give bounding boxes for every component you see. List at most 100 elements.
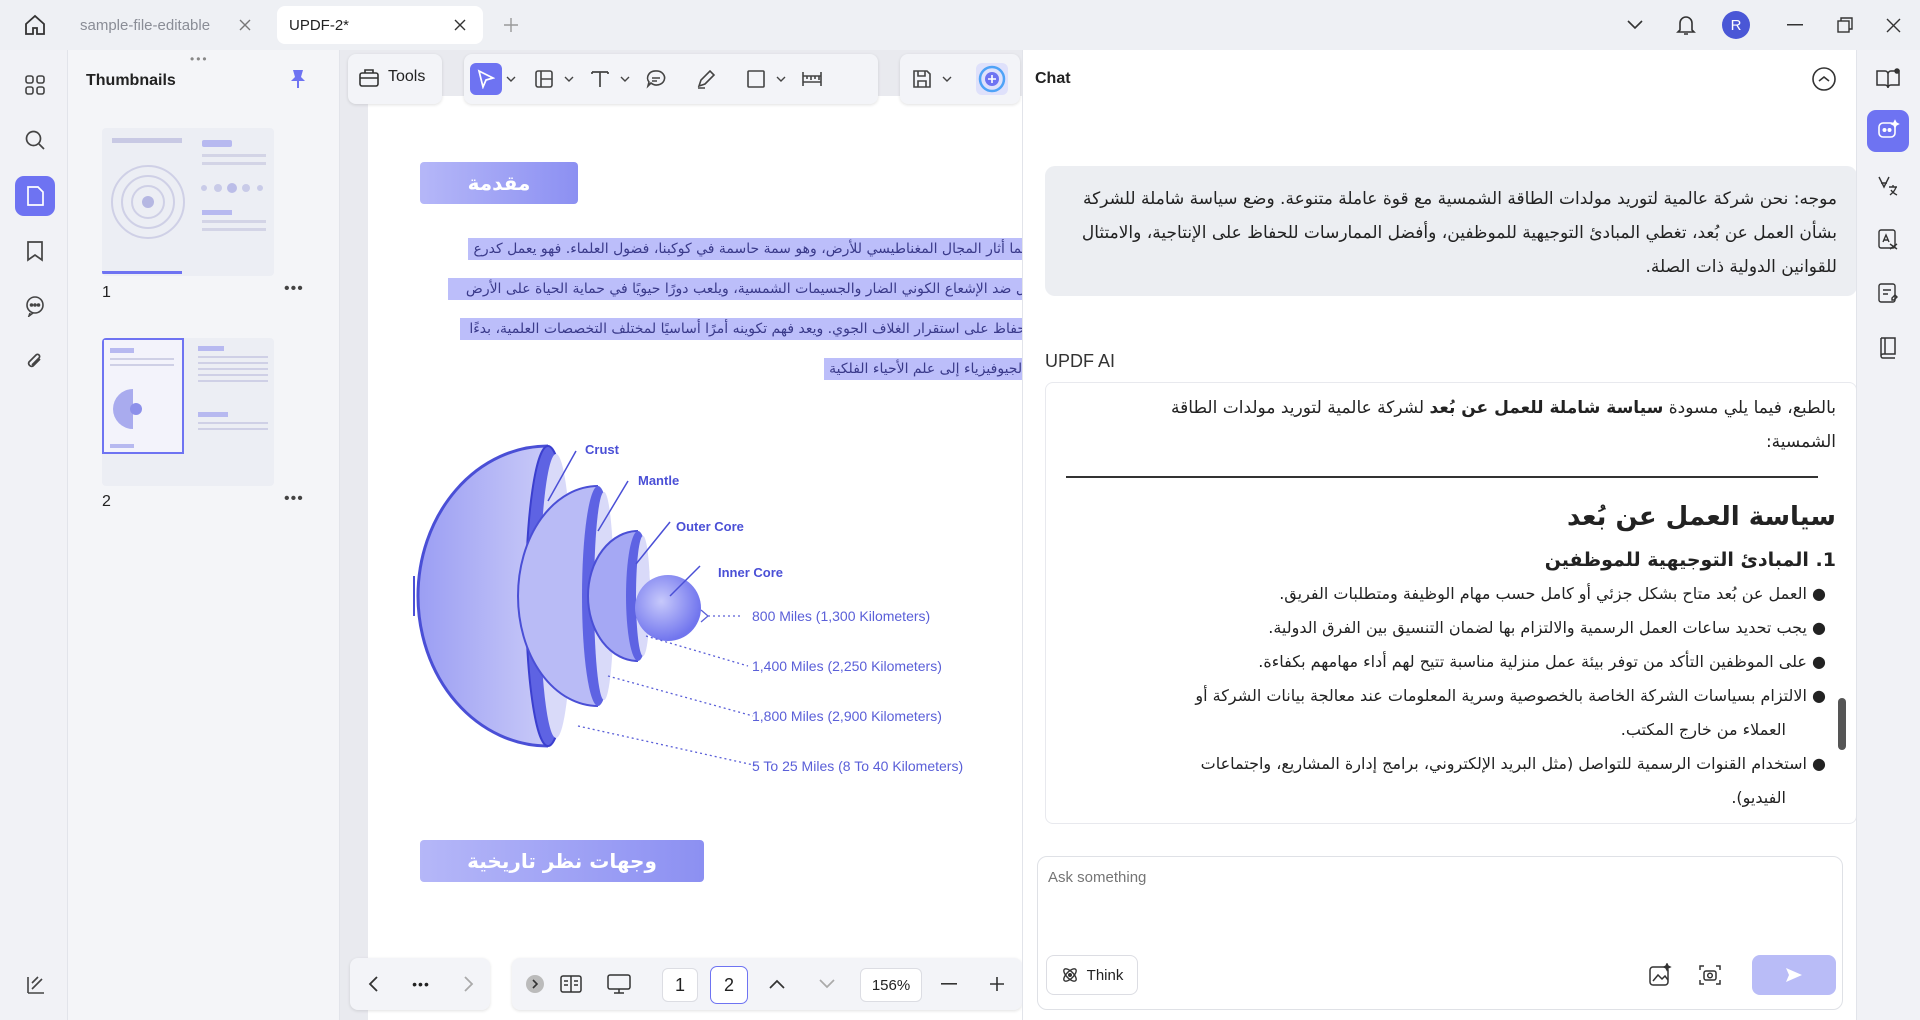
comment-tool-button[interactable]: [640, 63, 672, 95]
organize-pages-icon[interactable]: [15, 65, 55, 105]
restore-icon[interactable]: [1830, 10, 1860, 40]
next-page-button[interactable]: [812, 969, 842, 999]
ai-chat-icon[interactable]: [1867, 110, 1909, 152]
chevron-down-icon[interactable]: [942, 75, 952, 83]
more-icon[interactable]: •••: [406, 969, 436, 999]
tools-label: Tools: [388, 68, 426, 85]
drag-handle-icon[interactable]: •••: [190, 52, 209, 66]
tab-updf-2[interactable]: UPDF-2*: [277, 6, 483, 44]
atom-icon: [1062, 968, 1077, 982]
list-item-text: على الموظفين التأكد من توفر بيئة عمل منز…: [1258, 652, 1807, 671]
close-icon[interactable]: [234, 14, 256, 36]
comments-icon[interactable]: [15, 286, 55, 326]
distance-label[interactable]: 1,800 Miles (2,900 Kilometers): [752, 708, 942, 724]
layers-icon[interactable]: [15, 964, 55, 1004]
new-tab-icon[interactable]: [496, 10, 526, 40]
image-upload-icon[interactable]: [1648, 963, 1672, 987]
right-rail: [1856, 50, 1920, 1020]
save-tools-group: [900, 54, 1020, 104]
thumbnail-page-1[interactable]: [102, 128, 274, 276]
book-icon[interactable]: [1867, 326, 1909, 368]
label-crust[interactable]: Crust: [585, 442, 619, 457]
label-outer-core[interactable]: Outer Core: [676, 519, 744, 534]
ai-assistant-button[interactable]: [976, 63, 1008, 95]
selected-text-line[interactable]: حفاظ على استقرار الغلاف الجوي. ويعد فهم …: [460, 318, 1022, 340]
shape-tool-button[interactable]: [740, 63, 772, 95]
form-tools-icon[interactable]: [1867, 272, 1909, 314]
close-window-icon[interactable]: [1878, 10, 1908, 40]
chevron-down-icon[interactable]: [506, 75, 516, 83]
save-button[interactable]: [906, 63, 938, 95]
list-item-text: يجب تحديد ساعات العمل الرسمية والالتزام …: [1268, 618, 1807, 637]
zoom-out-button[interactable]: [934, 969, 964, 999]
close-icon[interactable]: [449, 14, 471, 36]
measure-tool-button[interactable]: [796, 63, 828, 95]
highlight-tool-button[interactable]: [690, 63, 722, 95]
home-icon[interactable]: [20, 10, 50, 40]
select-tool-button[interactable]: [470, 63, 502, 95]
page-1-button[interactable]: 1: [662, 968, 698, 1002]
distance-label[interactable]: 800 Miles (1,300 Kilometers): [752, 608, 930, 624]
chevron-right-icon: [464, 976, 474, 992]
text-tool-button[interactable]: [584, 63, 616, 95]
list-item-continuation: العملاء من خارج المكتب.: [1620, 720, 1786, 739]
chevron-right-icon: [526, 975, 544, 993]
attachment-icon[interactable]: [15, 341, 55, 381]
chevron-down-icon[interactable]: [776, 75, 786, 83]
ocr-icon[interactable]: [1867, 218, 1909, 260]
collapse-button[interactable]: [520, 969, 550, 999]
send-button[interactable]: [1752, 955, 1836, 995]
thumbnail-page-2[interactable]: [102, 338, 274, 486]
back-button[interactable]: [358, 969, 388, 999]
bell-icon[interactable]: [1671, 10, 1701, 40]
page-layout-button[interactable]: [528, 63, 560, 95]
label-mantle[interactable]: Mantle: [638, 473, 679, 488]
screenshot-icon[interactable]: [1698, 963, 1722, 987]
read-mode-icon[interactable]: [1867, 58, 1909, 100]
section-heading-intro[interactable]: مقدمة: [420, 162, 578, 204]
page-view-button[interactable]: [556, 969, 586, 999]
tab-sample-file[interactable]: sample-file-editable: [68, 6, 268, 44]
label-inner-core[interactable]: Inner Core: [718, 565, 783, 580]
distance-label[interactable]: 1,400 Miles (2,250 Kilometers): [752, 658, 942, 674]
avatar[interactable]: R: [1721, 10, 1751, 40]
history-icon[interactable]: [1811, 66, 1837, 92]
more-icon[interactable]: •••: [284, 490, 304, 508]
pin-icon[interactable]: [289, 68, 307, 90]
more-icon[interactable]: •••: [284, 280, 304, 298]
translate-icon[interactable]: [1867, 164, 1909, 206]
page-navigation-bar: ••• 1 2 156%: [350, 958, 1022, 1010]
forward-button[interactable]: [454, 969, 484, 999]
pdf-page[interactable]: مقدمة لما أثار المجال المغناطيسي للأرض، …: [368, 96, 1022, 1020]
selected-text-line[interactable]: ل ضد الإشعاع الكوني الضار والجسيمات الشم…: [448, 278, 1022, 300]
selected-text-line[interactable]: الجيوفيزياء إلى علم الأحياء الفلكية: [824, 358, 1022, 380]
ai-subheading: 1. المبادئ التوجيهية للموظفين: [1544, 549, 1836, 571]
thumbnails-icon[interactable]: [15, 176, 55, 216]
current-page-button[interactable]: 2: [710, 966, 748, 1004]
previous-page-button[interactable]: [762, 969, 792, 999]
document-viewer[interactable]: مقدمة لما أثار المجال المغناطيسي للأرض، …: [340, 50, 1022, 1020]
ai-heading: سياسة العمل عن بُعد: [1566, 502, 1836, 532]
toolbox-icon: [359, 69, 379, 87]
selected-text-line[interactable]: لما أثار المجال المغناطيسي للأرض، وهو سم…: [468, 238, 1022, 260]
list-item-text: استخدام القنوات الرسمية للتواصل (مثل الب…: [1200, 754, 1807, 773]
ruler-icon: [802, 72, 822, 86]
zoom-level[interactable]: 156%: [860, 968, 922, 1002]
scrollbar-thumb[interactable]: [1838, 698, 1846, 750]
chat-input[interactable]: [1048, 869, 1648, 886]
chat-input-box: Think: [1037, 856, 1843, 1010]
presentation-button[interactable]: [604, 969, 634, 999]
zoom-in-button[interactable]: [982, 969, 1012, 999]
minimize-icon[interactable]: [1780, 10, 1810, 40]
distance-label[interactable]: 5 To 25 Miles (8 To 40 Kilometers): [752, 758, 963, 774]
chevron-down-icon[interactable]: [1620, 10, 1650, 40]
think-button[interactable]: Think: [1046, 955, 1138, 995]
tools-button[interactable]: Tools: [358, 66, 425, 88]
bookmark-icon[interactable]: [15, 231, 55, 271]
chevron-down-icon[interactable]: [620, 75, 630, 83]
search-icon[interactable]: [15, 120, 55, 160]
chevron-down-icon[interactable]: [564, 75, 574, 83]
main-toolbar: Tools: [348, 54, 1020, 106]
section-heading-history[interactable]: وجهات نظر تاريخية: [420, 840, 704, 882]
edit-tools-group: [464, 54, 878, 104]
